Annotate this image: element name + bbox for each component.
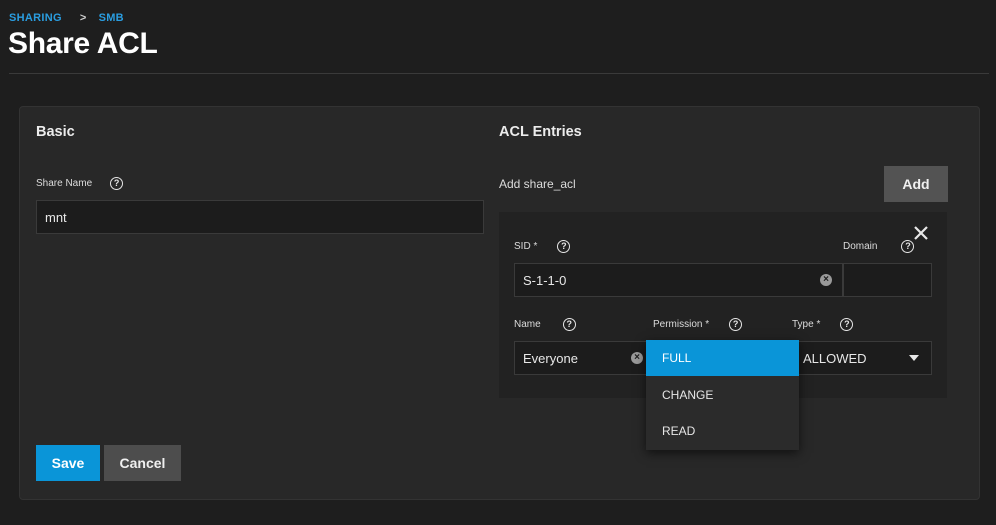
header-divider <box>9 73 989 74</box>
permission-option-read[interactable]: READ <box>646 413 799 449</box>
name-label: Name ? <box>514 318 576 331</box>
page-title: Share ACL <box>8 27 158 60</box>
permission-option-full[interactable]: FULL <box>646 340 799 376</box>
permission-dropdown: FULL CHANGE READ <box>646 340 799 450</box>
help-icon[interactable]: ? <box>901 240 915 253</box>
help-icon[interactable]: ? <box>840 318 854 331</box>
sid-input[interactable]: S-1-1-0 × <box>514 263 843 297</box>
add-share-acl-label: Add share_acl <box>499 177 576 191</box>
help-icon[interactable]: ? <box>110 177 124 190</box>
share-name-input[interactable]: mnt <box>36 200 484 234</box>
clear-icon[interactable]: × <box>820 274 832 286</box>
help-icon[interactable]: ? <box>557 240 571 253</box>
sid-label: SID * ? <box>514 240 571 253</box>
help-icon[interactable]: ? <box>729 318 743 331</box>
breadcrumb-sharing[interactable]: SHARING <box>9 12 62 24</box>
name-value: Everyone <box>523 350 578 366</box>
permission-option-change[interactable]: CHANGE <box>646 377 799 413</box>
type-select[interactable]: ALLOWED <box>792 341 932 375</box>
help-icon[interactable]: ? <box>562 318 576 331</box>
acl-section-title: ACL Entries <box>499 124 582 140</box>
domain-input[interactable] <box>843 263 932 297</box>
type-label-text: Type * <box>792 319 821 330</box>
type-label: Type * ? <box>792 318 854 331</box>
sid-value: S-1-1-0 <box>523 272 567 288</box>
breadcrumb-smb[interactable]: SMB <box>99 12 124 24</box>
permission-label-text: Permission * <box>653 319 710 330</box>
permission-label: Permission * ? <box>653 318 743 331</box>
cancel-button[interactable]: Cancel <box>104 445 181 481</box>
type-value: ALLOWED <box>803 350 867 366</box>
name-input[interactable]: Everyone × <box>514 341 648 375</box>
chevron-down-icon <box>909 355 919 361</box>
share-name-label-text: Share Name <box>36 178 93 189</box>
share-name-label: Share Name ? <box>36 177 124 190</box>
breadcrumb: SHARING > SMB <box>9 12 124 24</box>
sid-label-text: SID * <box>514 241 538 252</box>
basic-section-title: Basic <box>36 124 75 140</box>
domain-label: Domain ? <box>843 240 915 253</box>
name-label-text: Name <box>514 319 541 330</box>
breadcrumb-separator: > <box>79 12 87 24</box>
clear-icon[interactable]: × <box>631 352 643 364</box>
domain-label-text: Domain <box>843 241 878 252</box>
share-name-value: mnt <box>45 209 67 225</box>
save-button[interactable]: Save <box>36 445 100 481</box>
add-button[interactable]: Add <box>884 166 948 202</box>
